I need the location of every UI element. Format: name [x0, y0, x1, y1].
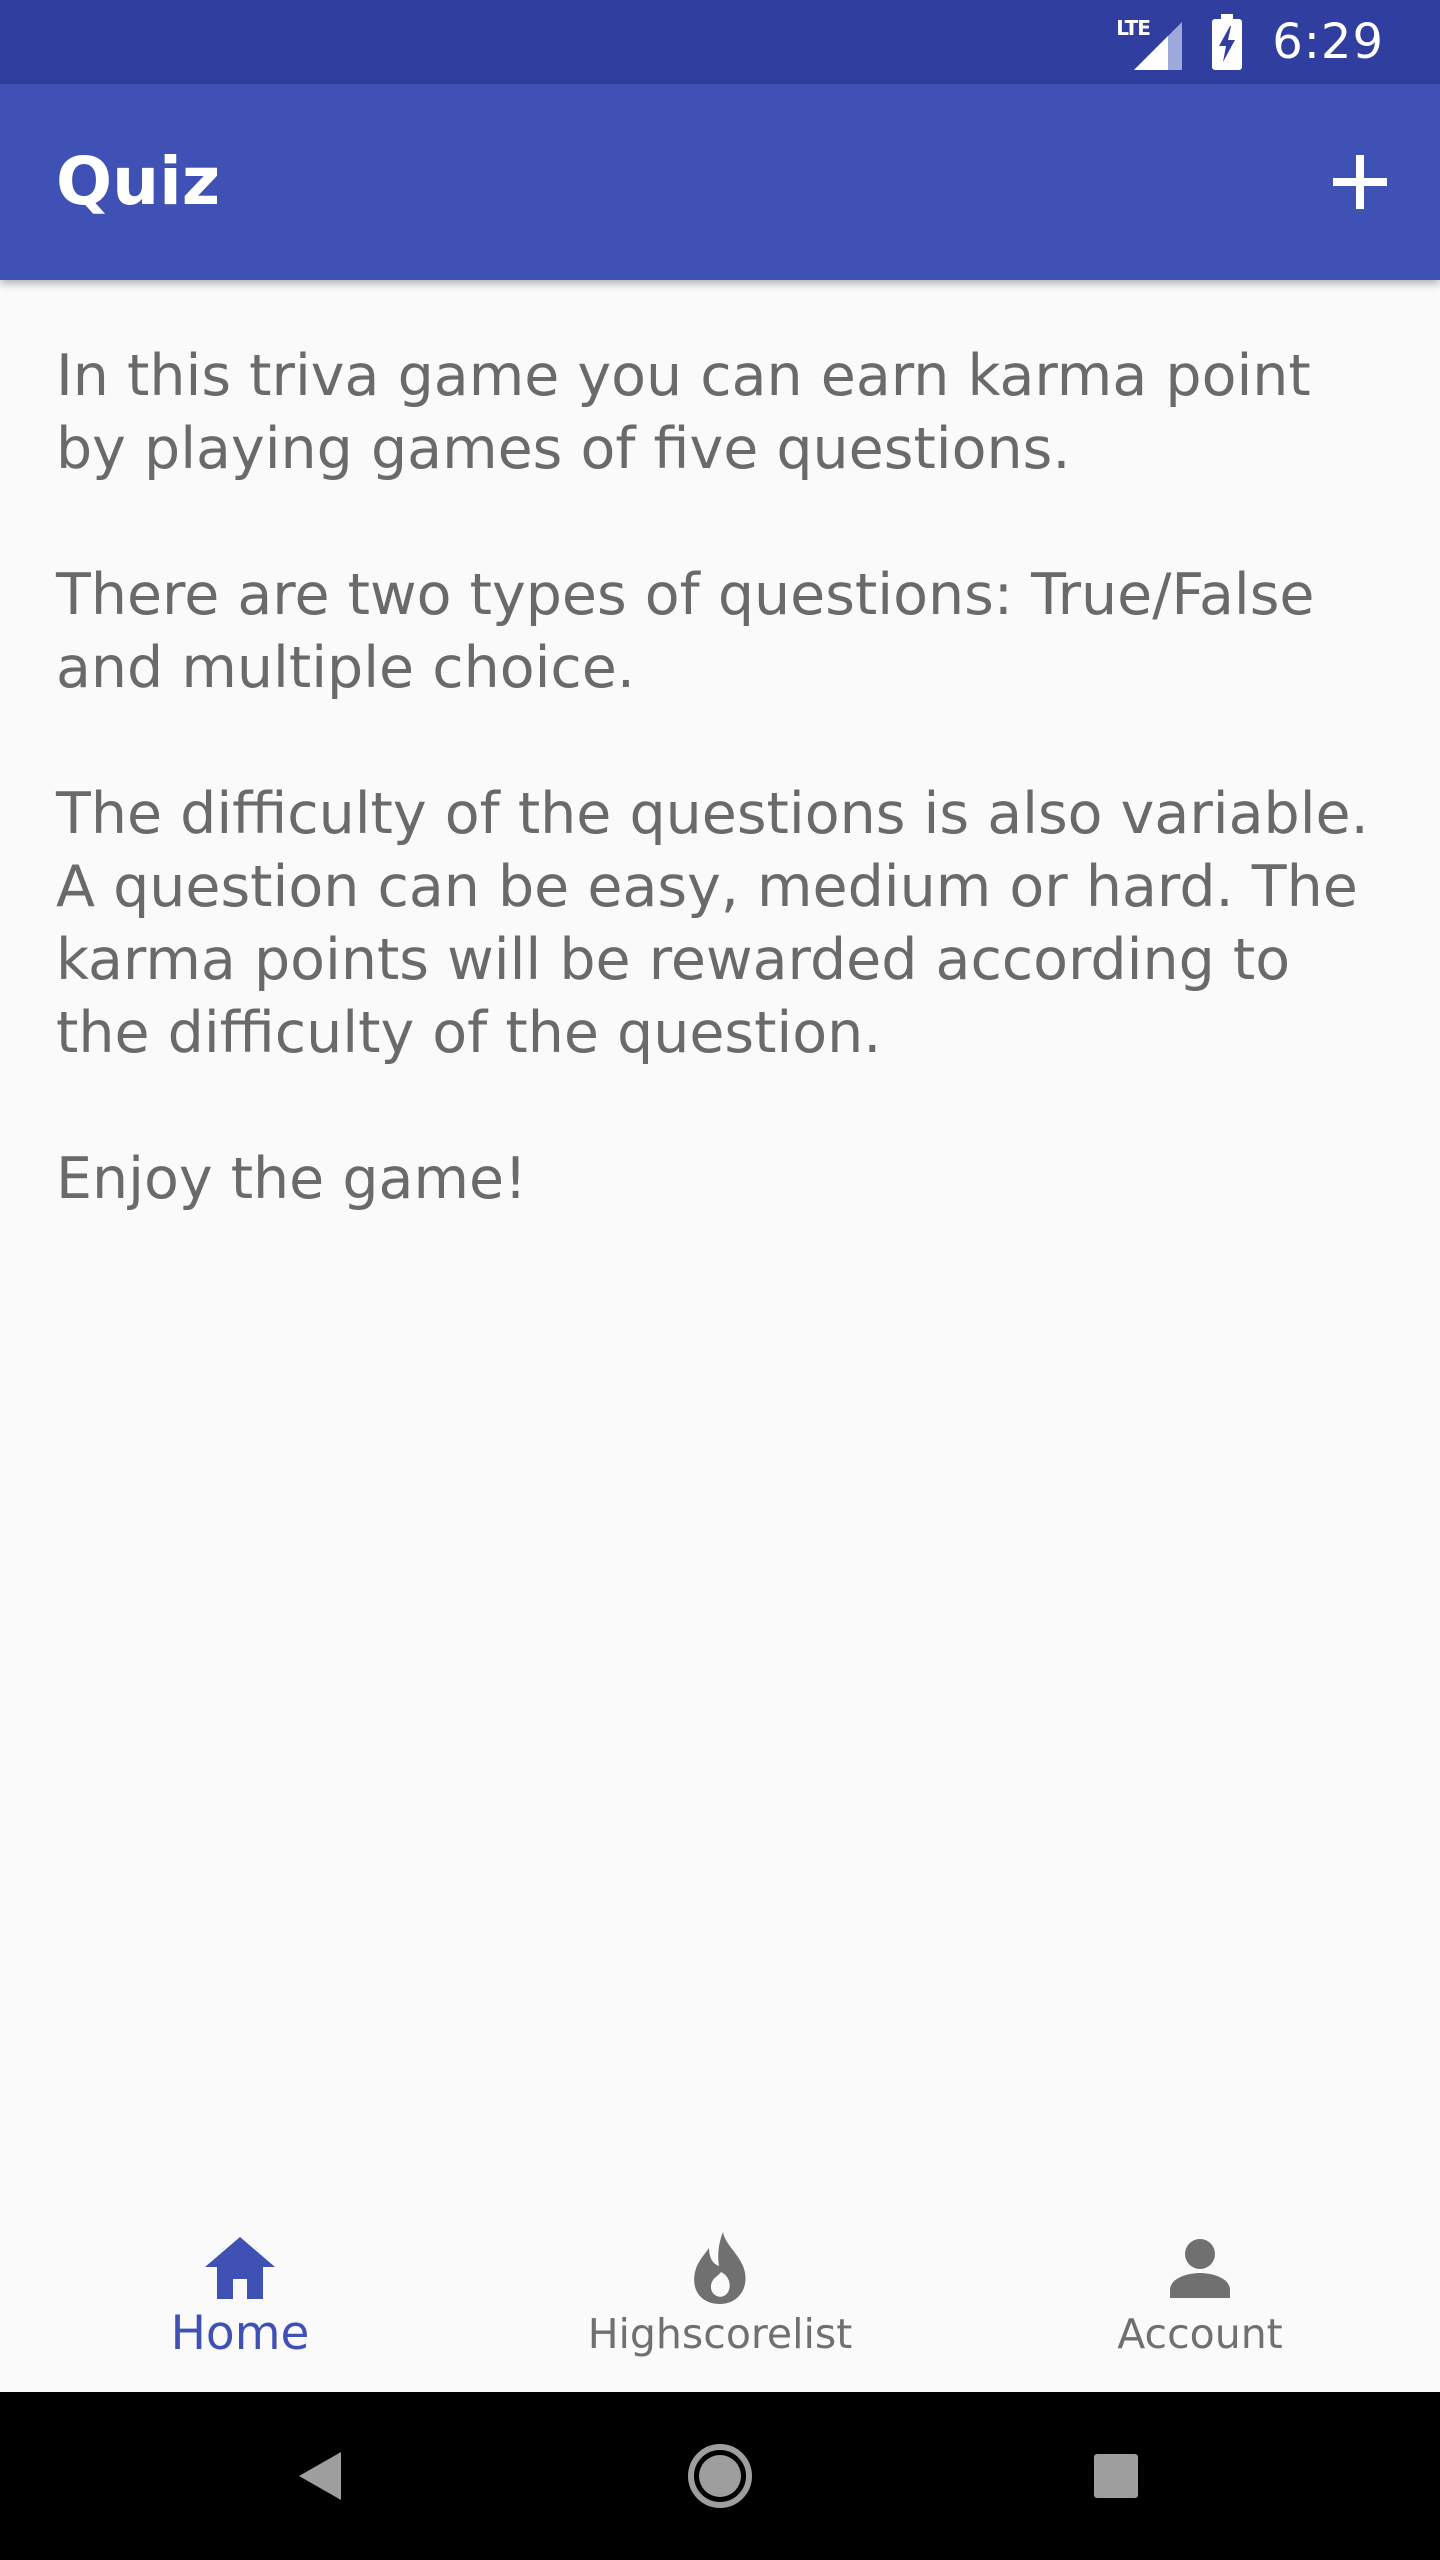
back-icon: [299, 2452, 341, 2500]
app-bar: Quiz: [0, 84, 1440, 280]
battery-charging-icon: [1212, 14, 1243, 70]
home-circle-icon: [688, 2444, 752, 2508]
recents-button[interactable]: [1076, 2436, 1156, 2516]
nav-label-highscorelist: Highscorelist: [587, 2310, 853, 2358]
status-icons: LTE 6:29: [1116, 0, 1384, 84]
intro-paragraph: In this triva game you can earn karma po…: [56, 343, 1311, 482]
system-home-button[interactable]: [680, 2436, 760, 2516]
nav-label-home: Home: [170, 2306, 310, 2361]
intro-text: In this triva game you can earn karma po…: [56, 340, 1386, 1289]
back-button[interactable]: [280, 2436, 360, 2516]
home-icon: [200, 2228, 280, 2308]
flame-icon: [680, 2228, 760, 2308]
status-bar: LTE 6:29: [0, 0, 1440, 84]
nav-item-highscorelist[interactable]: Highscorelist: [480, 2192, 960, 2392]
person-icon: [1160, 2228, 1240, 2308]
difficulty-paragraph: The difficulty of the questions is also …: [56, 781, 1369, 1066]
nav-item-home[interactable]: Home: [0, 2192, 480, 2392]
system-navigation-bar: [0, 2392, 1440, 2560]
lte-signal-icon: LTE: [1116, 14, 1183, 70]
question-types-paragraph: There are two types of questions: True/F…: [56, 562, 1315, 701]
screen: LTE 6:29 Quiz In this triva game you can…: [0, 0, 1440, 2560]
signal-strength-icon: [1134, 22, 1183, 70]
nav-label-account: Account: [1117, 2310, 1283, 2358]
enjoy-paragraph: Enjoy the game!: [56, 1146, 527, 1212]
recents-icon: [1094, 2454, 1138, 2498]
status-time: 6:29: [1272, 14, 1384, 70]
add-button[interactable]: [1310, 132, 1410, 232]
nav-item-account[interactable]: Account: [960, 2192, 1440, 2392]
bottom-navigation: Home Highscorelist Account: [0, 2192, 1440, 2392]
add-icon: [1333, 155, 1387, 209]
page-title: Quiz: [56, 143, 221, 220]
